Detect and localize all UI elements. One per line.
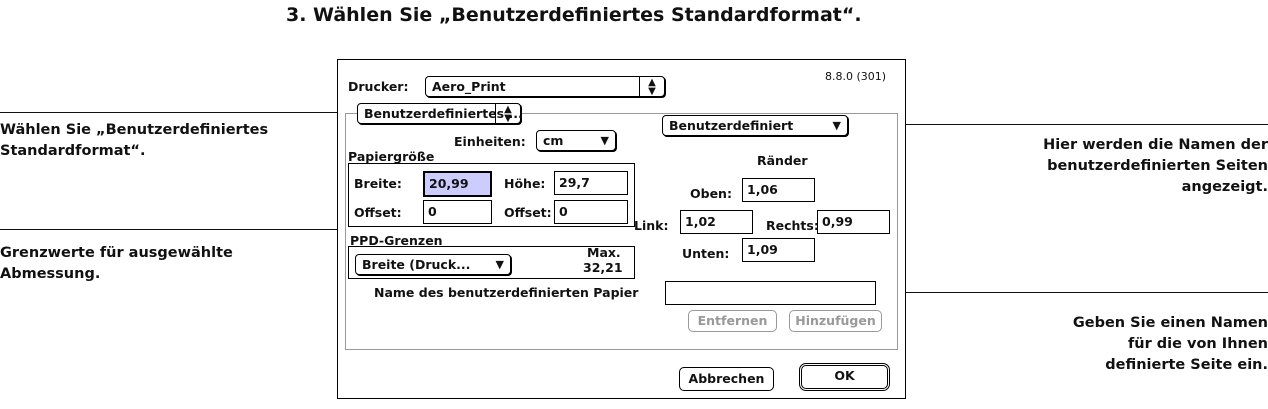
printer-popup[interactable]: Aero_Print ▲ ▼: [425, 76, 665, 97]
offset-y-label: Offset:: [504, 205, 552, 220]
add-button[interactable]: Hinzufügen: [789, 310, 882, 332]
margins-label: Ränder: [757, 153, 808, 168]
paper-size-label: Papiergröße: [348, 149, 435, 164]
top-margin-input[interactable]: 1,06: [742, 178, 815, 202]
callout-name-entry: Geben Sie einen Namen für die von Ihnen …: [1072, 315, 1268, 373]
offset-x-input[interactable]: 0: [423, 200, 492, 224]
custom-page-popup[interactable]: Benutzerdefiniert ▼: [662, 115, 848, 136]
max-label: Max.: [587, 245, 621, 260]
top-margin-label: Oben:: [690, 186, 732, 201]
offset-y-input[interactable]: 0: [554, 200, 628, 224]
up-down-arrows-icon: ▲ ▼: [639, 77, 664, 97]
triangle-down-icon: ▼: [600, 134, 609, 147]
callout-limits: Grenzwerte für ausgewählte Abmessung.: [0, 245, 233, 282]
ppd-dimension-popup[interactable]: Breite (Druck... ▼: [355, 254, 511, 275]
offset-x-label: Offset:: [354, 205, 402, 220]
version-label: 8.8.0 (301): [825, 70, 887, 83]
remove-button[interactable]: Entfernen: [688, 310, 777, 332]
width-input[interactable]: 20,99: [423, 171, 492, 197]
units-value: cm: [543, 133, 564, 148]
ppd-dimension-value: Breite (Druck...: [362, 257, 471, 272]
height-label: Höhe:: [504, 176, 546, 191]
ok-button[interactable]: OK: [799, 363, 890, 391]
left-margin-input[interactable]: 1,02: [680, 210, 753, 234]
max-value: 32,21: [583, 260, 623, 275]
paper-name-input[interactable]: [665, 281, 876, 305]
callout-format: Wählen Sie „Benutzerdefiniertes Standard…: [0, 122, 269, 159]
step-heading: 3. Wählen Sie „Benutzerdefiniertes Stand…: [286, 4, 862, 26]
bottom-margin-label: Unten:: [682, 246, 730, 261]
paper-name-label: Name des benutzerdefinierten Papier: [374, 285, 639, 300]
up-down-arrows-icon: ▲ ▼: [495, 104, 520, 124]
printer-value: Aero_Print: [432, 79, 506, 94]
bottom-margin-input[interactable]: 1,09: [742, 238, 815, 262]
right-margin-label: Rechts:: [766, 218, 819, 233]
custom-page-value: Benutzerdefiniert: [669, 118, 794, 133]
units-label: Einheiten:: [454, 134, 526, 149]
callout-line-name-entry: [875, 292, 1268, 293]
height-input[interactable]: 29,7: [554, 171, 628, 195]
left-margin-label: Link:: [634, 218, 669, 233]
callout-line-format: [0, 112, 357, 113]
page-setup-dialog: 8.8.0 (301) Drucker: Aero_Print ▲ ▼ Benut…: [337, 59, 906, 399]
callout-line-names: [847, 124, 1268, 125]
printer-label: Drucker:: [348, 79, 409, 94]
triangle-down-icon: ▼: [495, 258, 504, 271]
right-margin-input[interactable]: 0,99: [817, 210, 890, 234]
format-popup[interactable]: Benutzerdefiniertes ... ▲ ▼: [357, 103, 523, 124]
triangle-down-icon: ▼: [832, 119, 841, 132]
cancel-button[interactable]: Abbrechen: [679, 367, 774, 391]
width-label: Breite:: [354, 176, 402, 191]
callout-names: Hier werden die Namen der benutzerdefini…: [1043, 137, 1268, 195]
units-popup[interactable]: cm ▼: [536, 130, 616, 151]
